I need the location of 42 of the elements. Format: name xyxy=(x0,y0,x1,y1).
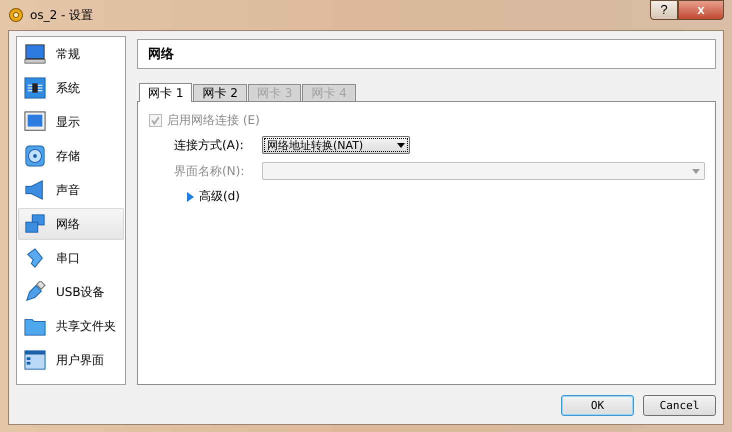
ok-button[interactable]: OK xyxy=(561,395,634,416)
sidebar-item[interactable]: USB设备 xyxy=(18,276,124,308)
help-button[interactable]: ? xyxy=(650,0,678,20)
sidebar-item[interactable]: 显示 xyxy=(18,106,124,138)
sidebar-label: 串口 xyxy=(56,250,80,266)
expand-triangle-icon[interactable] xyxy=(186,192,194,202)
field-label: 界面名称(N): xyxy=(174,162,246,180)
sidebar-item[interactable]: 声音 xyxy=(18,174,124,206)
sidebar-label: 共享文件夹 xyxy=(56,318,116,334)
sidebar-item[interactable]: 网络 xyxy=(18,208,124,240)
sidebar-item[interactable]: 常规 xyxy=(18,38,124,70)
sidebar-item[interactable]: 系统 xyxy=(18,72,124,104)
cancel-button[interactable]: Cancel xyxy=(643,395,716,416)
sidebar-label: 用户界面 xyxy=(56,352,104,368)
window-icon xyxy=(24,349,46,371)
sidebar-item[interactable]: 用户界面 xyxy=(18,344,124,376)
caret-icon xyxy=(692,168,700,174)
screen-icon xyxy=(24,111,46,133)
tab[interactable]: 网卡 1 xyxy=(139,83,192,102)
sidebar-label: 声音 xyxy=(56,182,80,198)
speaker-icon xyxy=(24,179,46,201)
caret-icon xyxy=(397,142,405,148)
network-icon xyxy=(24,213,46,235)
sidebar-item[interactable]: 串口 xyxy=(18,242,124,274)
usb-plug-icon xyxy=(24,281,46,303)
sidebar-label: USB设备 xyxy=(56,284,105,300)
tab[interactable]: 网卡 2 xyxy=(193,84,247,101)
sidebar-item[interactable]: 共享文件夹 xyxy=(18,310,124,342)
sidebar-label: 常规 xyxy=(56,46,80,62)
sidebar-label: 系统 xyxy=(56,80,80,96)
page-title: 网络 xyxy=(148,46,174,63)
connection-dropdown[interactable]: 网络地址转换(NAT) xyxy=(262,136,410,154)
advanced-label: 高级(d) xyxy=(199,188,240,205)
sidebar-label: 存储 xyxy=(56,148,80,164)
chip-icon xyxy=(24,77,46,99)
sidebar-item[interactable]: 存储 xyxy=(18,140,124,172)
sidebar-label: 网络 xyxy=(56,216,80,232)
sidebar-label: 显示 xyxy=(56,114,80,130)
checkbox-label: 启用网络连接 (E) xyxy=(167,112,260,128)
field-label: 连接方式(A): xyxy=(174,136,245,154)
monitor-icon xyxy=(24,43,46,65)
window-title: os_2 - 设置 xyxy=(30,6,94,24)
